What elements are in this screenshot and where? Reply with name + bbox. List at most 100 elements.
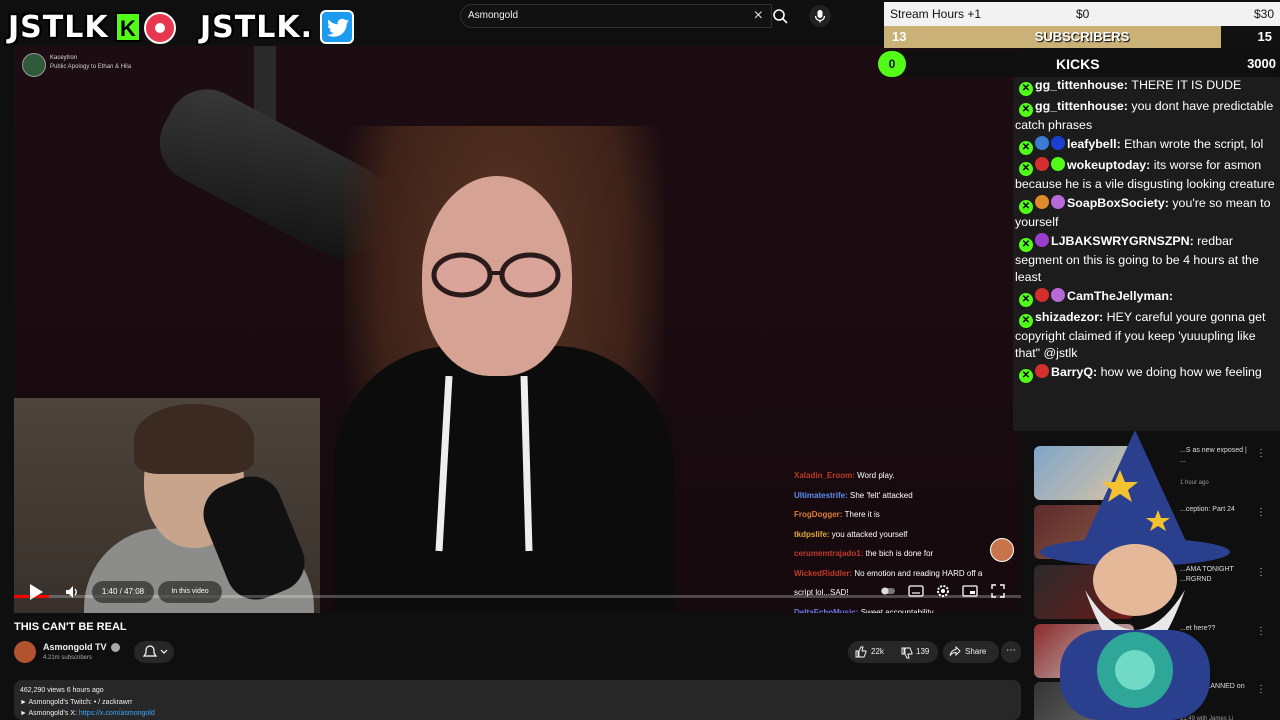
settings-gear-icon[interactable]	[935, 583, 951, 599]
description-x-link[interactable]: https://x.com/asmongold	[79, 710, 155, 717]
chat-username: gg_tittenhouse:	[1035, 99, 1132, 113]
captions-icon[interactable]	[908, 583, 924, 599]
user-badge-icon	[1035, 157, 1049, 171]
chat-text: how we doing how we feeling	[1100, 365, 1262, 379]
overlay-chat-text: No emotion and reading HARD off a	[854, 568, 983, 578]
play-icon	[30, 584, 43, 600]
thumbs-down-icon	[901, 647, 913, 659]
chat-message: ✕ wokeuptoday: its worse for asmon becaus…	[1013, 157, 1280, 193]
overlay-chat-text: you attacked yourself	[831, 529, 908, 539]
user-badge-icon	[1035, 233, 1049, 247]
rec-more-icon[interactable]: ⋮	[1256, 567, 1266, 581]
overlay-chat-text: There it is	[844, 510, 880, 519]
rec-more-icon[interactable]: ⋮	[1256, 448, 1266, 462]
rec-more-icon[interactable]: ⋮	[1256, 507, 1266, 521]
overlay-chat-user: Ultimatestrife:	[794, 490, 851, 500]
user-badge-icon	[1035, 136, 1049, 150]
share-button[interactable]: Share	[943, 641, 999, 663]
kicks-goal-bar: 0 KICKS 3000	[878, 51, 1280, 77]
fullscreen-icon[interactable]	[990, 583, 1006, 599]
chat-message: ✕ leafybell: Ethan wrote the script, lol	[1013, 136, 1280, 155]
avatar	[990, 538, 1014, 562]
close-icon[interactable]: ×	[754, 7, 763, 25]
chat-text: THERE IT IS DUDE	[1131, 78, 1242, 92]
user-badge-icon	[1035, 195, 1049, 209]
overlay-chat-user: cerumemtrajado1:	[794, 549, 866, 558]
overlay-chat-user: WickedRiddler:	[794, 568, 855, 578]
kick-badge-icon: ✕	[1019, 162, 1033, 176]
source-video-title: Public Apology to Ethan & Hila	[50, 64, 132, 70]
kick-badge-icon: ✕	[1019, 369, 1033, 383]
overlay-chat-user: DeltaEchoMusic:	[794, 607, 861, 614]
chat-message: ✕ CamTheJellyman:	[1013, 288, 1280, 307]
miniplayer-icon[interactable]	[962, 583, 978, 599]
jstlk-logo-secondary: JSTLK.	[200, 10, 313, 45]
chat-message: ✕ gg_tittenhouse: THERE IT IS DUDE	[1013, 77, 1280, 96]
kicks-goal: 3000	[1247, 56, 1276, 71]
chat-username: SoapBoxSociety:	[1067, 196, 1173, 210]
overlay-chat-line: tkdpslife: you attacked yourself	[794, 525, 1014, 545]
search-input[interactable]: Asmongold	[468, 10, 518, 21]
play-button[interactable]	[26, 581, 46, 603]
rec-more-icon[interactable]: ⋮	[1256, 626, 1266, 640]
user-badge-icon	[1051, 195, 1065, 209]
subscribers-goal-bar: 13 SUBSCRIBERS 15	[884, 26, 1280, 48]
overlay-chat-line: cerumemtrajado1: the bich is done for	[794, 544, 1014, 564]
chat-overlay: ✕ gg_tittenhouse: THERE IT IS DUDE ✕ gg_tit…	[1013, 77, 1280, 431]
overlay-chat-line: Ultimatestrife: She 'felt' attacked	[794, 486, 1014, 506]
avatar	[22, 53, 46, 77]
hoodie-strings	[435, 376, 533, 552]
chat-username: BarryQ:	[1051, 365, 1101, 379]
subs-label: SUBSCRIBERS	[1034, 29, 1130, 44]
chapter-button[interactable]: In this video	[158, 581, 222, 603]
overlay-chat-line: script lol...SAD!	[794, 583, 1014, 603]
kick-logo-icon: K	[115, 12, 141, 42]
video-player[interactable]: Kaceytron Public Apology to Ethan & Hila…	[14, 46, 1021, 613]
dislike-count[interactable]: 139	[916, 647, 929, 656]
volume-icon	[66, 586, 77, 598]
autoplay-toggle-icon[interactable]	[880, 583, 896, 599]
voice-search-button[interactable]	[809, 5, 831, 27]
description-x-prefix: ► Asmongold's X:	[20, 710, 79, 717]
overlay-chat-user: Xaladin_Eroom:	[794, 471, 858, 480]
subscriber-count: 4.21m subscribers	[43, 655, 93, 661]
channel-name[interactable]: Asmongold TV	[43, 642, 107, 652]
description-x-line: ► Asmongold's X: https://x.com/asmongold	[20, 708, 1015, 720]
kick-badge-icon: ✕	[1019, 82, 1033, 96]
chat-username: shizadezor:	[1035, 310, 1107, 324]
overlay-chat-text: She 'felt' attacked	[850, 490, 913, 500]
twitter-icon	[320, 10, 354, 44]
chat-username: wokeuptoday:	[1067, 158, 1154, 172]
time-display: 1:40 / 47:08	[92, 581, 154, 603]
chat-username: gg_tittenhouse:	[1035, 78, 1132, 92]
kicks-current: 0	[878, 51, 906, 77]
chat-message: ✕ SoapBoxSociety: you're so mean to yours…	[1013, 195, 1280, 231]
chat-username: CamTheJellyman:	[1067, 289, 1174, 303]
overlay-chat-text: Sweet accountability	[860, 607, 934, 614]
search-button[interactable]	[767, 4, 795, 28]
notification-bell-button[interactable]	[134, 641, 174, 663]
stream-hours-label: Stream Hours +1	[890, 7, 982, 21]
rec-more-icon[interactable]: ⋮	[1256, 684, 1266, 698]
channel-avatar[interactable]	[14, 641, 36, 663]
overlay-chat-user: tkdpslife:	[794, 529, 832, 539]
description-box[interactable]: 462,290 views 6 hours ago ► Asmongold's …	[14, 680, 1021, 720]
chat-username: leafybell:	[1067, 137, 1125, 151]
like-dislike-pill[interactable]: 22k 139	[848, 641, 938, 663]
more-actions-button[interactable]: ⋯	[1001, 641, 1021, 663]
wizard-mascot	[1040, 430, 1230, 720]
overlay-chat-line: WickedRiddler: No emotion and reading HA…	[794, 564, 1014, 584]
kick-badge-icon: ✕	[1019, 238, 1033, 252]
overlay-chat-line: DeltaEchoMusic: Sweet accountability	[794, 603, 1014, 614]
stream-goal-panel: Stream Hours +1 $0 $30 13 SUBSCRIBERS 15	[884, 2, 1280, 48]
overlay-chat-text: Word play.	[857, 471, 895, 480]
share-label: Share	[965, 647, 987, 656]
search-bar[interactable]: Asmongold ×	[460, 4, 772, 28]
volume-button[interactable]	[64, 584, 80, 600]
kick-badge-icon: ✕	[1019, 314, 1033, 328]
live-record-icon	[144, 12, 176, 44]
overlay-chat-text: the bich is done for	[865, 549, 934, 558]
like-count[interactable]: 22k	[871, 647, 884, 656]
kick-badge-icon: ✕	[1019, 293, 1033, 307]
search-icon	[773, 9, 788, 24]
